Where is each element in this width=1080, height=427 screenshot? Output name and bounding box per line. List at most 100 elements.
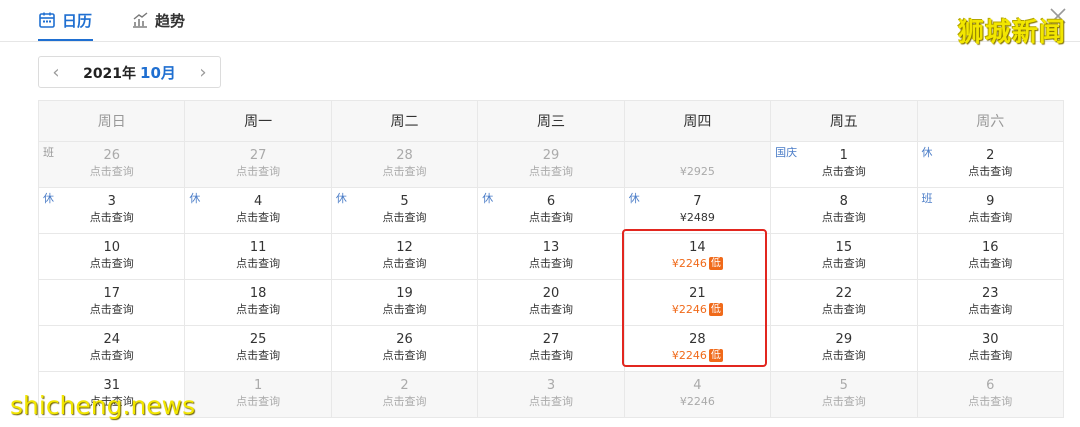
calendar-body: 班 26 点击查询 27 点击查询 28 点击查询 29 点击查询 ¥2925 国庆 1 点击查询休 2…	[37, 141, 1065, 418]
calendar-day-cell[interactable]: 休 3 点击查询	[37, 187, 186, 234]
day-number: 22	[835, 286, 853, 301]
calendar-day-cell[interactable]: 26 点击查询	[330, 325, 479, 372]
day-price-line: 点击查询	[478, 210, 623, 226]
calendar-day-cell[interactable]: 2 点击查询	[330, 371, 479, 418]
calendar-day-cell[interactable]: 18 点击查询	[184, 279, 332, 326]
day-price-line: 点击查询	[39, 164, 184, 180]
calendar-day-cell[interactable]: 29 点击查询	[770, 325, 918, 372]
calendar-day-cell[interactable]: 16 点击查询	[916, 233, 1065, 280]
day-price: ¥2246	[671, 303, 707, 316]
calendar-day-cell[interactable]: 15 点击查询	[770, 233, 918, 280]
calendar-day-cell[interactable]: 17 点击查询	[37, 279, 186, 326]
calendar-day-cell[interactable]: 25 点击查询	[184, 325, 332, 372]
calendar-day-cell[interactable]: 28 ¥2246 低	[623, 325, 772, 372]
day-query-link: 点击查询	[236, 303, 281, 316]
holiday-tag: 班	[921, 192, 933, 205]
calendar-day-cell[interactable]: 休 7 ¥2489	[623, 187, 772, 234]
calendar-day-cell[interactable]: 22 点击查询	[770, 279, 918, 326]
day-query-link: 点击查询	[821, 211, 866, 224]
calendar-day-cell[interactable]: 30 点击查询	[916, 325, 1065, 372]
calendar-day-cell[interactable]: 4 ¥2246	[623, 371, 772, 418]
calendar-day-cell[interactable]: 休 4 点击查询	[184, 187, 332, 234]
calendar-day-cell[interactable]: 21 ¥2246 低	[623, 279, 772, 326]
calendar-day-cell[interactable]: 8 点击查询	[770, 187, 918, 234]
calendar-week-row: 休 3 点击查询 休 4 点击查询 休 5 点击查询 休 6 点击查询 休 7 ¥2489 8 点击查询 班 9 点击…	[37, 187, 1065, 234]
tab-calendar[interactable]: 日历	[38, 8, 92, 32]
weekday-header: 周五	[770, 100, 918, 142]
calendar-day-cell[interactable]: 29 点击查询	[477, 141, 625, 188]
calendar-day-cell[interactable]: 休 5 点击查询	[330, 187, 479, 234]
calendar-day-cell[interactable]: 3 点击查询	[477, 371, 625, 418]
calendar-day-cell[interactable]: 国庆 1 点击查询	[770, 141, 918, 188]
calendar-day-cell[interactable]: ¥2925	[623, 141, 772, 188]
holiday-tag: 班	[43, 146, 54, 159]
holiday-tag: 休	[482, 192, 494, 205]
day-query-link: 点击查询	[89, 303, 134, 316]
calendar-day-cell[interactable]: 5 点击查询	[770, 371, 918, 418]
calendar-day-cell[interactable]: 12 点击查询	[330, 233, 479, 280]
calendar-day-cell[interactable]: 休 6 点击查询	[477, 187, 625, 234]
calendar-day-cell[interactable]: 1 点击查询	[184, 371, 332, 418]
tab-calendar-label: 日历	[62, 11, 93, 30]
day-query-link: 点击查询	[236, 165, 281, 178]
day-number: 2	[986, 148, 995, 163]
day-query-link: 点击查询	[382, 165, 427, 178]
day-price-line: 点击查询	[185, 210, 330, 226]
day-number: 28	[396, 148, 413, 163]
calendar-day-cell[interactable]: 班 9 点击查询	[916, 187, 1065, 234]
day-number: 24	[103, 332, 120, 347]
calendar-day-cell[interactable]: 13 点击查询	[477, 233, 625, 280]
holiday-tag: 休	[189, 192, 201, 205]
day-query-link: 点击查询	[821, 349, 866, 362]
day-number: 26	[103, 148, 120, 163]
calendar-day-cell[interactable]: 27 点击查询	[184, 141, 332, 188]
holiday-tag: 休	[335, 192, 347, 205]
day-query-link: 点击查询	[528, 257, 573, 270]
day-query-link: 点击查询	[968, 165, 1013, 178]
day-query-link: 点击查询	[89, 211, 134, 224]
day-query-link: 点击查询	[528, 395, 573, 408]
calendar-day-cell[interactable]: 10 点击查询	[37, 233, 186, 280]
prev-month-button[interactable]: ‹	[49, 62, 63, 83]
holiday-tag: 国庆	[775, 146, 798, 159]
day-price-line: 点击查询	[332, 394, 477, 410]
day-price-line: 点击查询	[478, 348, 623, 364]
tab-trend-label: 趋势	[155, 11, 186, 30]
calendar-day-cell[interactable]: 休 2 点击查询	[916, 141, 1065, 188]
day-query-link: 点击查询	[236, 211, 281, 224]
calendar-day-cell[interactable]: 6 点击查询	[916, 371, 1065, 418]
calendar-day-cell[interactable]: 班 26 点击查询	[37, 141, 186, 188]
day-number: 26	[396, 332, 413, 347]
day-price-line: 点击查询	[39, 256, 184, 272]
next-month-button[interactable]: ›	[196, 62, 210, 83]
day-query-link: 点击查询	[528, 303, 573, 316]
day-query-link: 点击查询	[821, 303, 866, 316]
day-price-line: 点击查询	[771, 348, 916, 364]
tab-trend[interactable]: 趋势	[131, 8, 185, 32]
day-price-line: 点击查询	[332, 302, 477, 318]
day-number: 28	[689, 332, 706, 347]
calendar-day-cell[interactable]: 20 点击查询	[477, 279, 625, 326]
watermark-bottom-left: shicheng.news	[10, 391, 196, 420]
day-query-link: 点击查询	[968, 349, 1013, 362]
calendar-day-cell[interactable]: 14 ¥2246 低	[623, 233, 772, 280]
calendar-day-cell[interactable]: 19 点击查询	[330, 279, 479, 326]
holiday-tag: 休	[628, 192, 640, 205]
low-price-badge: 低	[708, 257, 723, 270]
day-number: 4	[253, 194, 263, 209]
calendar-day-cell[interactable]: 11 点击查询	[184, 233, 332, 280]
calendar-day-cell[interactable]: 24 点击查询	[37, 325, 186, 372]
day-number: 25	[249, 332, 267, 347]
day-number: 5	[839, 378, 848, 393]
day-price-line: 点击查询	[478, 302, 623, 318]
calendar-day-cell[interactable]: 28 点击查询	[330, 141, 479, 188]
calendar-day-cell[interactable]: 27 点击查询	[477, 325, 625, 372]
watermark-top-right: 狮城新闻	[957, 18, 1066, 48]
calendar-day-cell[interactable]: 23 点击查询	[916, 279, 1065, 326]
day-price-line: ¥2246	[625, 394, 770, 410]
day-number: 5	[400, 194, 409, 209]
day-price-line: 点击查询	[918, 348, 1063, 364]
weekday-header: 周六	[916, 100, 1065, 142]
day-query-link: 点击查询	[236, 257, 281, 270]
day-query-link: 点击查询	[528, 165, 573, 178]
